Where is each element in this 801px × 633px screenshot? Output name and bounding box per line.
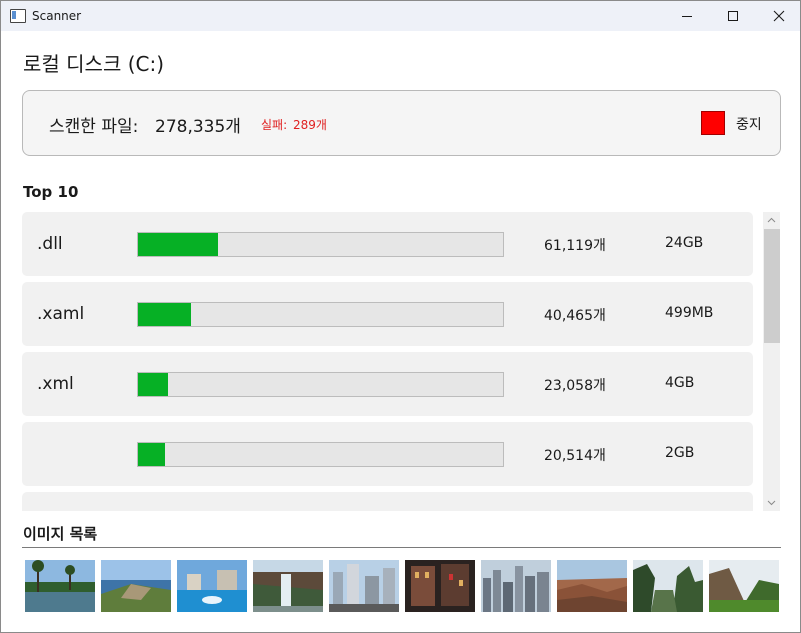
list-item[interactable]: .xaml 40,465개 499MB (22, 282, 753, 346)
stop-label: 중지 (736, 117, 762, 133)
failed-label: 실패: (261, 118, 288, 132)
old-building-photo[interactable] (405, 560, 475, 612)
list-item[interactable] (22, 492, 753, 511)
app-window-icon (10, 9, 26, 23)
scan-status-card: 스캔한 파일: 278,335개 실패: 289개 중지 (22, 90, 781, 156)
scroll-up-button[interactable] (763, 212, 780, 229)
file-size: 2GB (665, 445, 695, 461)
top10-title: Top 10 (23, 183, 79, 201)
file-count: 40,465개 (544, 308, 606, 324)
size-bar-fill (138, 443, 165, 466)
file-count: 20,514개 (544, 448, 606, 464)
failed-count: 289개 (293, 118, 327, 132)
top10-list[interactable]: .dll 61,119개 24GB .xaml 40,465개 499MB .x… (22, 212, 755, 511)
size-bar-fill (138, 303, 191, 326)
maximize-icon (728, 11, 738, 21)
scroll-down-button[interactable] (763, 494, 780, 511)
minimize-button[interactable] (664, 1, 710, 31)
file-count: 23,058개 (544, 378, 606, 394)
palm-lake-photo[interactable] (25, 560, 95, 612)
minimize-icon (682, 16, 692, 17)
close-icon (773, 10, 785, 22)
canyon-photo[interactable] (633, 560, 703, 612)
waterfall-photo[interactable] (253, 560, 323, 612)
waterpark-photo[interactable] (177, 560, 247, 612)
file-size: 24GB (665, 235, 704, 251)
forest-valley-photo[interactable] (709, 560, 779, 612)
divider (22, 547, 781, 548)
city-street-photo[interactable] (329, 560, 399, 612)
extension-label: .dll (37, 234, 63, 254)
image-list-title: 이미지 목록 (23, 525, 98, 543)
list-item[interactable]: .dll 61,119개 24GB (22, 212, 753, 276)
city-skyline-photo[interactable] (557, 560, 627, 612)
close-button[interactable] (756, 1, 800, 31)
size-bar (137, 302, 504, 327)
size-bar (137, 442, 504, 467)
scanned-files-label: 스캔한 파일: (49, 117, 139, 137)
list-item[interactable]: 20,514개 2GB (22, 422, 753, 486)
title-bar[interactable]: Scanner (1, 1, 800, 31)
stop-button[interactable]: 중지 (701, 111, 771, 137)
scroll-thumb[interactable] (764, 229, 780, 343)
scanner-window: Scanner 로컬 디스크 (C:) 스캔한 파일: 278,335개 실패:… (0, 0, 801, 633)
size-bar (137, 232, 504, 257)
coastal-cliffs-photo[interactable] (101, 560, 171, 612)
maximize-button[interactable] (710, 1, 756, 31)
stop-icon (701, 111, 725, 135)
list-item[interactable]: .xml 23,058개 4GB (22, 352, 753, 416)
drive-title: 로컬 디스크 (C:) (23, 52, 165, 76)
city-night-photo[interactable] (481, 560, 551, 612)
size-bar-fill (138, 233, 219, 256)
file-size: 499MB (665, 305, 714, 321)
file-count: 61,119개 (544, 238, 606, 254)
extension-label: .xaml (37, 304, 85, 324)
scanned-files-count: 278,335개 (155, 117, 241, 137)
window-title: Scanner (32, 9, 82, 23)
file-size: 4GB (665, 375, 695, 391)
list-scrollbar[interactable] (763, 212, 780, 511)
extension-label: .xml (37, 374, 74, 394)
chevron-down-icon (767, 500, 776, 506)
size-bar (137, 372, 504, 397)
size-bar-fill (138, 373, 168, 396)
chevron-up-icon (767, 217, 776, 223)
